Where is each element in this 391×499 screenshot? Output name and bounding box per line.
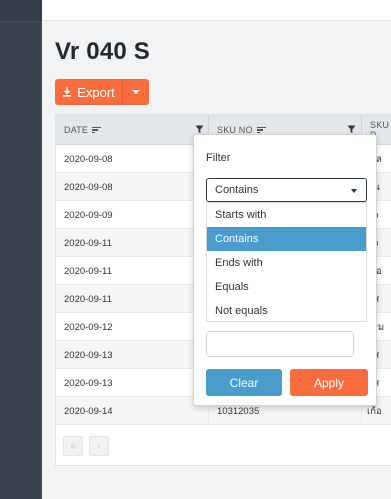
top-bar [42,0,391,21]
first-page-icon: « [70,440,76,452]
filter-operator-options: Starts with Contains Ends with Equals No… [206,202,367,322]
column-header-label: DATE [64,125,89,135]
cell-date: 2020-09-13 [64,377,113,389]
option-starts-with[interactable]: Starts with [207,203,366,227]
filter-value-input[interactable] [206,331,354,357]
sort-icon[interactable] [92,125,102,135]
cell-date: 2020-09-08 [64,181,113,193]
chevron-down-icon [351,189,357,193]
export-button[interactable]: Export [55,79,122,105]
filter-popup: Filter Contains Starts with Contains End… [193,134,377,406]
filter-operator-select[interactable]: Contains [206,178,367,202]
cell-date: 2020-09-13 [64,349,113,361]
export-dropdown-toggle[interactable] [122,79,149,105]
apply-button[interactable]: Apply [290,369,368,396]
page-title: Vr 040 S [55,38,151,65]
clear-button[interactable]: Clear [206,369,282,396]
sidebar-topbar [0,0,42,21]
option-not-equals[interactable]: Not equals [207,299,366,323]
cell-date: 2020-09-09 [64,209,113,221]
sidebar [0,0,42,499]
cell-date: 2020-09-12 [64,321,113,333]
export-button-group: Export [55,79,149,105]
cell-date: 2020-09-11 [64,265,112,277]
column-header-date[interactable]: DATE [64,115,102,145]
option-contains[interactable]: Contains [207,227,366,251]
previous-page-button[interactable]: ‹ [89,436,109,456]
cell-date: 2020-09-11 [64,237,112,249]
cell-date: 2020-09-11 [64,293,112,305]
filter-icon[interactable] [347,125,356,134]
option-equals[interactable]: Equals [207,275,366,299]
export-button-label: Export [77,84,115,100]
chevron-left-icon: ‹ [97,440,101,452]
filter-operator-value: Contains [215,184,259,196]
filter-icon[interactable] [195,125,204,134]
cell-date: 2020-09-08 [64,153,113,165]
filter-title: Filter [206,152,231,164]
pagination: « ‹ [63,436,109,456]
option-ends-with[interactable]: Ends with [207,251,366,275]
first-page-button[interactable]: « [63,436,83,456]
download-icon [63,87,72,97]
sidebar-divider [0,21,42,22]
chevron-down-icon [132,90,140,94]
cell-date: 2020-09-14 [64,405,113,417]
